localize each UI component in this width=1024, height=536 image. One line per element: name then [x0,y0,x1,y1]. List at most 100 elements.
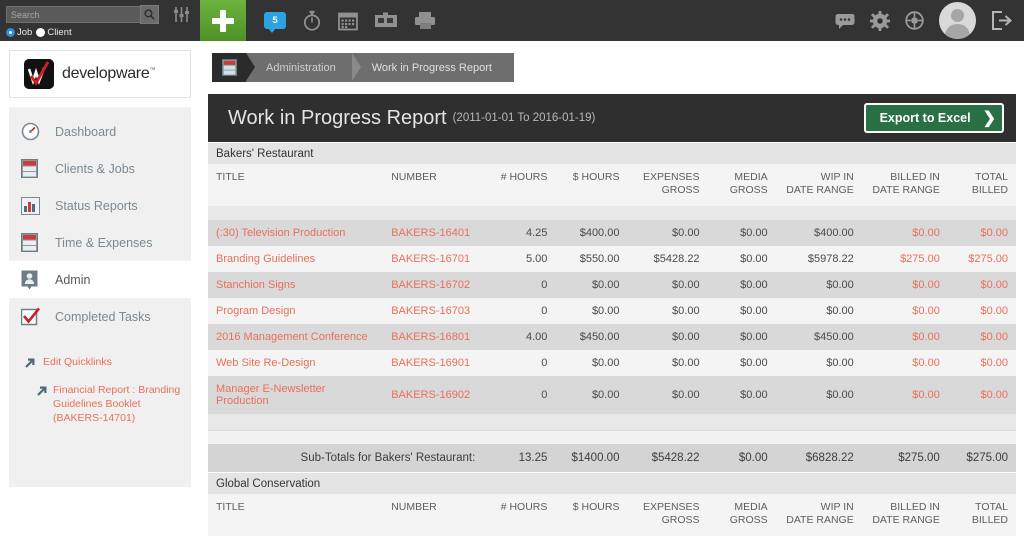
calendar-icon[interactable] [338,11,358,31]
col-media-l1-2: MEDIA [734,501,768,513]
cell-number[interactable]: BAKERS-16401 [383,220,484,246]
logo[interactable]: developware™ [9,50,191,98]
table-row[interactable]: 2016 Management Conference BAKERS-16801 … [208,324,1016,350]
col-header-dollar-hours[interactable]: $ HOURS [555,164,628,206]
col-header-number[interactable]: NUMBER [383,164,484,206]
cell-title[interactable]: Program Design [208,298,384,324]
col-header-hours[interactable]: # HOURS [483,164,556,206]
radio-job-dot [6,28,15,37]
cell-number[interactable]: BAKERS-16702 [383,272,484,298]
table-row[interactable]: Program Design BAKERS-16703 0 $0.00 $0.0… [208,298,1016,324]
gear-icon[interactable] [870,10,890,31]
help-globe-icon[interactable] [905,11,924,30]
col-header-wip-2[interactable]: WIP IN DATE RANGE [775,494,862,536]
cell-expenses-gross: $0.00 [627,298,708,324]
cell-billed[interactable]: $0.00 [861,298,948,324]
spacer-cell [208,206,1016,220]
sidebar-item-clients-jobs[interactable]: Clients & Jobs [9,150,191,187]
sidebar-item-time-expenses[interactable]: Time & Expenses [9,224,191,261]
cell-title[interactable]: (:30) Television Production [208,220,384,246]
cell-billed[interactable]: $0.00 [861,220,948,246]
col-header-expenses-gross-2[interactable]: EXPENSES GROSS [627,494,708,536]
cell-title[interactable]: 2016 Management Conference [208,324,384,350]
sidebar-item-status-reports[interactable]: Status Reports [9,187,191,224]
cell-total-billed[interactable]: $0.00 [947,298,1016,324]
add-button[interactable] [200,0,246,41]
col-header-hours-2[interactable]: # HOURS [483,494,556,536]
col-header-wip[interactable]: WIP IN DATE RANGE [775,164,862,206]
arrow-up-right-icon [35,383,53,403]
logo-tm: ™ [149,67,156,74]
cell-title[interactable]: Stanchion Signs [208,272,384,298]
col-header-total-billed-2[interactable]: TOTAL BILLED [947,494,1016,536]
col-header-total-billed[interactable]: TOTAL BILLED [947,164,1016,206]
sidebar-item-admin[interactable]: Admin [9,261,191,298]
col-header-media-gross[interactable]: MEDIA GROSS [707,164,776,206]
cell-total-billed[interactable]: $0.00 [947,272,1016,298]
table-row[interactable]: Web Site Re-Design BAKERS-16901 0 $0.00 … [208,350,1016,376]
cell-billed[interactable]: $0.00 [861,350,948,376]
cell-billed[interactable]: $0.00 [861,376,948,414]
cell-wip: $0.00 [775,376,862,414]
edit-quicklinks-link[interactable]: Edit Quicklinks [9,351,191,379]
table-row[interactable]: (:30) Television Production BAKERS-16401… [208,220,1016,246]
cell-total-billed[interactable]: $275.00 [947,246,1016,272]
search-button[interactable] [140,5,159,24]
cell-expenses-gross: $0.00 [627,350,708,376]
radio-client[interactable]: Client [36,27,72,38]
sliders-icon[interactable] [173,6,190,23]
cell-number[interactable]: BAKERS-16902 [383,376,484,414]
cell-number[interactable]: BAKERS-16703 [383,298,484,324]
col-header-billed-2[interactable]: BILLED IN DATE RANGE [861,494,948,536]
logout-icon[interactable] [991,11,1012,30]
export-to-excel-button[interactable]: Export to Excel ❯ [863,103,1004,133]
cell-billed[interactable]: $275.00 [861,246,948,272]
cell-total-billed[interactable]: $0.00 [947,350,1016,376]
chat-icon[interactable] [835,13,855,29]
col-header-billed[interactable]: BILLED IN DATE RANGE [861,164,948,206]
cell-title[interactable]: Web Site Re-Design [208,350,384,376]
stopwatch-icon[interactable] [302,10,322,31]
sidebar-item-completed-tasks[interactable]: Completed Tasks [9,298,191,335]
user-badge-icon [21,270,43,290]
chat-glyph [835,13,855,29]
avatar[interactable] [939,2,976,39]
breadcrumb-label-report: Work in Progress Report [371,61,492,74]
cell-number[interactable]: BAKERS-16901 [383,350,484,376]
col-header-title[interactable]: TITLE [208,164,384,206]
table-spacer [208,206,1016,220]
cell-total-billed[interactable]: $0.00 [947,324,1016,350]
col-header-media-gross-2[interactable]: MEDIA GROSS [707,494,776,536]
table-row[interactable]: Branding Guidelines BAKERS-16701 5.00 $5… [208,246,1016,272]
breadcrumb-item-administration[interactable]: Administration [246,53,361,82]
col-header-expenses-gross[interactable]: EXPENSES GROSS [627,164,708,206]
cell-number[interactable]: BAKERS-16801 [383,324,484,350]
table-row[interactable]: Stanchion Signs BAKERS-16702 0 $0.00 $0.… [208,272,1016,298]
cell-total-billed[interactable]: $0.00 [947,376,1016,414]
col-exp-l2-2: GROSS [661,514,700,526]
col-header-title-2[interactable]: TITLE [208,494,384,536]
radio-job[interactable]: Job [6,27,32,38]
cell-billed[interactable]: $0.00 [861,272,948,298]
quicklink-item[interactable]: Financial Report : Branding Guidelines B… [9,379,191,429]
sidebar-item-dashboard[interactable]: Dashboard [9,113,191,150]
cell-title[interactable]: Branding Guidelines [208,246,384,272]
col-number-l1-2: NUMBER [391,501,437,513]
cell-total-billed[interactable]: $0.00 [947,220,1016,246]
printer-icon[interactable] [414,11,436,30]
search-input[interactable] [6,6,141,23]
table-header-row-2: TITLE NUMBER # HOURS $ HOURS EXPENSES GRO… [208,494,1016,536]
nav-divider [9,335,191,351]
cell-title[interactable]: Manager E-Newsletter Production [208,376,384,414]
cell-media-gross: $0.00 [707,246,776,272]
col-header-number-2[interactable]: NUMBER [383,494,484,536]
col-header-dollar-hours-2[interactable]: $ HOURS [555,494,628,536]
breadcrumb-item-work-in-progress-report[interactable]: Work in Progress Report [352,53,514,82]
table-row[interactable]: Manager E-Newsletter Production BAKERS-1… [208,376,1016,414]
breadcrumb-separator [351,53,361,81]
cell-number[interactable]: BAKERS-16701 [383,246,484,272]
notifications-badge[interactable]: 5 [264,12,286,33]
timecard-icon[interactable] [374,12,398,29]
cell-billed[interactable]: $0.00 [861,324,948,350]
cell-wip: $400.00 [775,220,862,246]
